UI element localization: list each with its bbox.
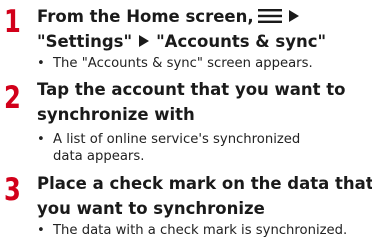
step-1-title-line-2: "Settings" "Accounts & sync": [37, 29, 326, 54]
step-number-1: 1: [4, 4, 21, 40]
step-1-note-text: The "Accounts & sync" screen appears.: [53, 56, 313, 71]
step-1-title: From the Home screen, "Settings" "Account…: [37, 4, 326, 54]
right-triangle-icon: [288, 10, 299, 22]
step-1-title-line-1: From the Home screen,: [37, 4, 326, 29]
step-1-title-text: From the Home screen,: [37, 7, 254, 26]
step-2-title-line-2: synchronize with: [37, 105, 195, 124]
step-3-note-text: The data with a check mark is synchroniz…: [53, 223, 348, 238]
step-1-note: • The "Accounts & sync" screen appears.: [37, 55, 313, 72]
settings-label: "Settings": [37, 32, 133, 51]
step-2-note-line-1: A list of online service's synchronized: [53, 132, 301, 147]
step-number-3: 3: [4, 172, 21, 208]
bullet: •: [37, 132, 45, 147]
step-3-title-line-1: Place a check mark on the data that: [37, 174, 372, 193]
step-3-title-line-2: you want to synchronize: [37, 199, 265, 218]
step-2-title-line-1: Tap the account that you want to: [37, 80, 346, 99]
step-2-title: Tap the account that you want to synchro…: [37, 77, 346, 127]
menu-lines-icon: [257, 9, 282, 23]
right-triangle-icon: [139, 35, 150, 47]
step-2-note: • A list of online service's synchronized…: [37, 131, 300, 165]
bullet: •: [37, 56, 45, 71]
step-3-title: Place a check mark on the data that you …: [37, 171, 372, 221]
accounts-sync-label: "Accounts & sync": [156, 32, 327, 51]
step-3-note: • The data with a check mark is synchroni…: [37, 222, 347, 239]
step-number-2: 2: [4, 80, 21, 116]
bullet: •: [37, 223, 45, 238]
step-2-note-line-2: data appears.: [53, 149, 145, 164]
